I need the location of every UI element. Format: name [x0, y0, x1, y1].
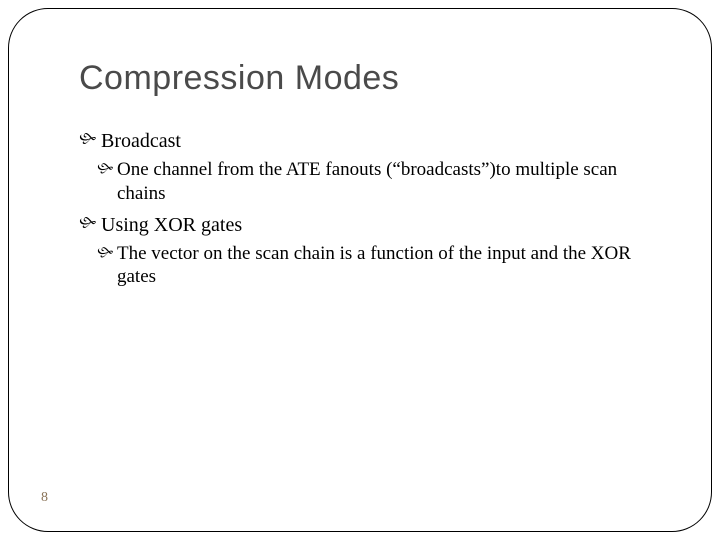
page-number: 8 [41, 490, 48, 506]
bullet-broadcast: Broadcast [79, 128, 641, 154]
bullet-text: Using XOR gates [101, 214, 242, 236]
subbullet-broadcast-desc: One channel from the ATE fanouts (“broad… [97, 158, 641, 206]
subbullet-xor-desc: The vector on the scan chain is a functi… [97, 242, 641, 290]
slide-title: Compression Modes [79, 59, 641, 98]
slide-content: Compression Modes Broadcast One channel … [9, 9, 711, 319]
slide-frame: Compression Modes Broadcast One channel … [8, 8, 712, 532]
subbullet-text: One channel from the ATE fanouts (“broad… [117, 159, 617, 204]
subbullet-text: The vector on the scan chain is a functi… [117, 243, 631, 288]
bullet-xor: Using XOR gates [79, 212, 641, 238]
bullet-text: Broadcast [101, 130, 181, 152]
